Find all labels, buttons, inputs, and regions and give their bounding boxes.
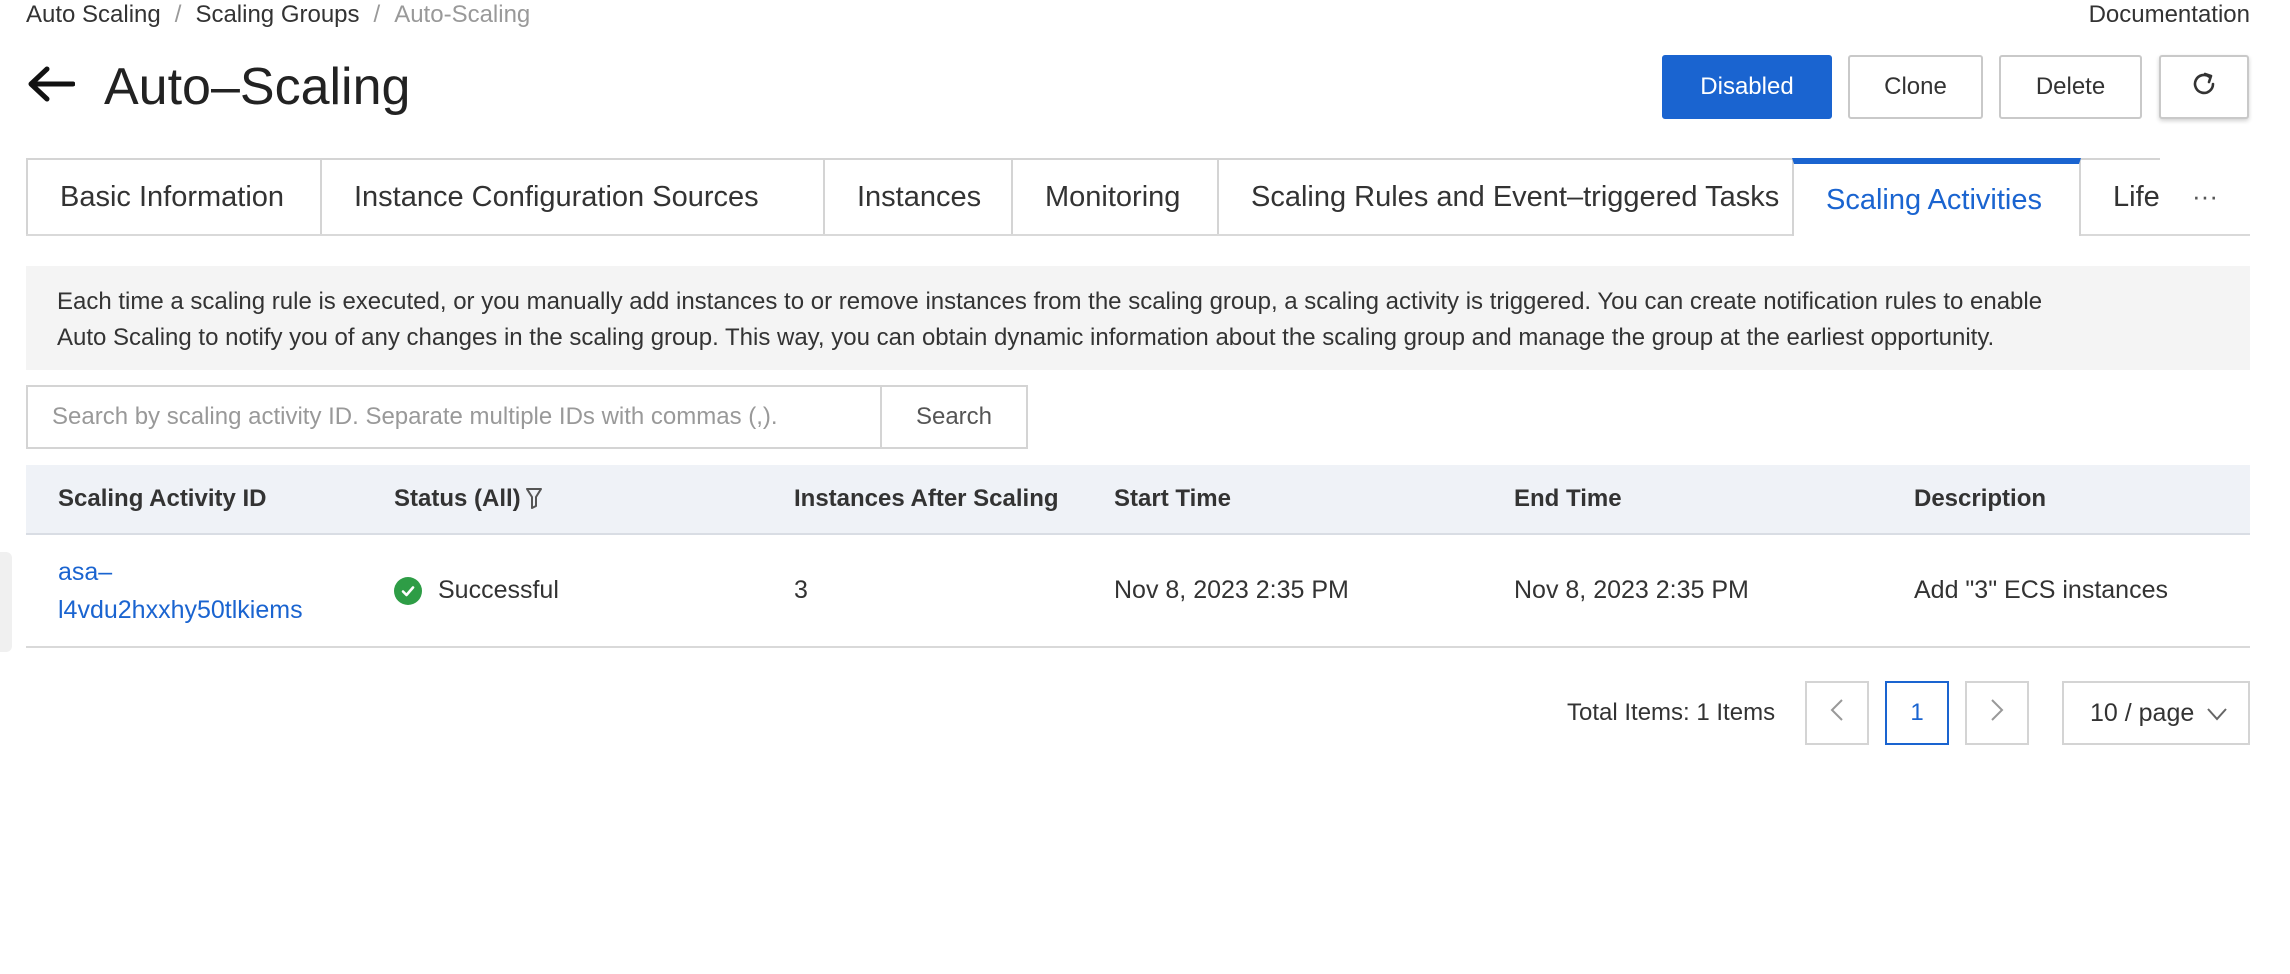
status-cell: Successful [394,535,559,646]
breadcrumb-separator: / [373,1,381,28]
success-check-icon [394,576,422,605]
refresh-button[interactable] [2159,55,2249,119]
tab-basic-information[interactable]: Basic Information [26,158,322,234]
column-instances-after-scaling: Instances After Scaling [794,485,1059,512]
clone-button[interactable]: Clone [1848,55,1983,119]
activity-id-part-1: asa– [58,557,113,586]
back-arrow-icon[interactable] [26,62,76,106]
column-status[interactable]: Status (All) [394,465,543,533]
instances-after-scaling-cell: 3 [794,576,808,604]
column-status-label: Status (All) [394,485,521,512]
breadcrumb-separator: / [174,1,182,28]
side-drawer-handle[interactable] [0,552,12,652]
page-size-value: 10 / page [2090,698,2195,727]
page-size-select[interactable]: 10 / page [2062,681,2250,745]
notice-line-2: Auto Scaling to notify you of any change… [57,324,1995,351]
table-header: Scaling Activity ID Status (All) Instanc… [26,465,2250,535]
page-1-button[interactable]: 1 [1885,681,1949,745]
scaling-activity-id-link[interactable]: asa– l4vdu2hxxhy50tlkiems [58,535,303,646]
breadcrumb-auto-scaling[interactable]: Auto Scaling [26,1,161,29]
chevron-right-icon [1990,698,2004,729]
breadcrumb-scaling-groups[interactable]: Scaling Groups [195,1,359,29]
tab-bar: Basic Information Instance Configuration… [26,158,2250,236]
refresh-icon [2190,70,2218,105]
table-row: asa– l4vdu2hxxhy50tlkiems Successful 3 N… [26,535,2250,648]
search-input[interactable] [26,385,881,449]
chevron-down-icon [2206,703,2228,732]
column-end-time[interactable]: End Time [1514,465,1622,533]
search-button[interactable]: Search [880,385,1028,449]
disabled-button[interactable]: Disabled [1662,55,1832,119]
more-tabs-icon[interactable]: ··· [2160,158,2250,234]
tab-scaling-activities[interactable]: Scaling Activities [1792,158,2081,236]
description-cell: Add "3" ECS instances [1914,576,2168,604]
chevron-left-icon [1830,698,1844,729]
total-items: Total Items: 1 Items [1567,699,1776,726]
info-notice: Each time a scaling rule is executed, or… [26,266,2250,370]
status-text: Successful [438,576,559,604]
tab-instance-configuration-sources[interactable]: Instance Configuration Sources [320,158,825,234]
column-description: Description [1914,485,2047,512]
next-page-button[interactable] [1965,681,2029,745]
filter-icon[interactable] [525,486,543,512]
column-scaling-activity-id: Scaling Activity ID [58,485,267,512]
start-time-cell: Nov 8, 2023 2:35 PM [1114,576,1349,604]
documentation-link[interactable]: Documentation [2089,0,2250,30]
breadcrumb: Auto Scaling / Scaling Groups / Auto-Sca… [26,0,530,30]
tab-instances[interactable]: Instances [823,158,1013,234]
page-title: Auto–Scaling [104,58,411,116]
previous-page-button[interactable] [1805,681,1869,745]
notice-line-1: Each time a scaling rule is executed, or… [57,288,2043,315]
breadcrumb-current: Auto-Scaling [394,1,531,28]
column-start-time[interactable]: Start Time [1114,465,1231,533]
end-time-cell: Nov 8, 2023 2:35 PM [1514,576,1749,604]
tab-scaling-rules[interactable]: Scaling Rules and Event–triggered Tasks [1217,158,1818,234]
tab-monitoring[interactable]: Monitoring [1011,158,1219,234]
delete-button[interactable]: Delete [1999,55,2142,119]
activity-id-part-2: l4vdu2hxxhy50tlkiems [58,595,303,624]
